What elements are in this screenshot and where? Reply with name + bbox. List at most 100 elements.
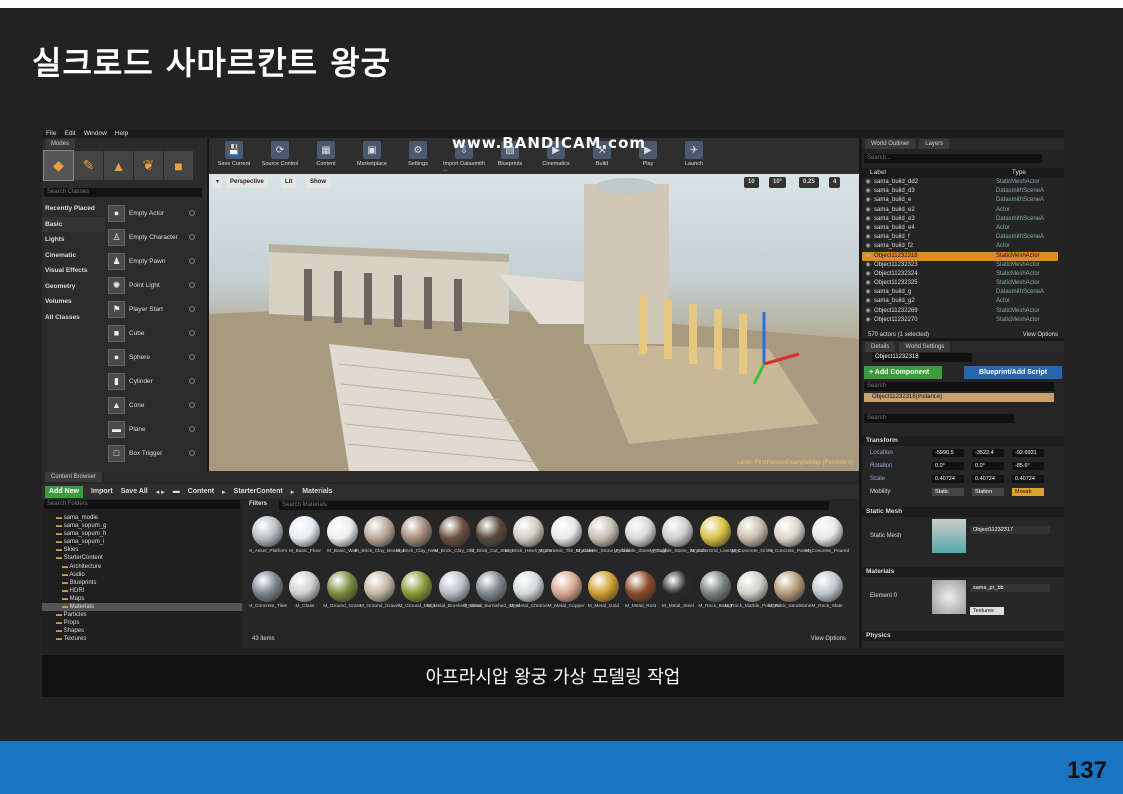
scale-y[interactable]: 0.40724 [972, 475, 1004, 483]
location-x[interactable]: -5990.5 [932, 449, 964, 457]
folder-item[interactable]: ▬ StarterContent [42, 554, 242, 562]
category-item[interactable]: Basic [42, 216, 105, 232]
landscape-mode-icon[interactable]: ▲ [104, 151, 133, 180]
folder-item[interactable]: ▬ sama_sopum_g [42, 522, 242, 530]
scale-z[interactable]: 0.40724 [1012, 475, 1044, 483]
class-item[interactable]: ▮ Cylinder [105, 369, 201, 393]
material-asset[interactable]: M_Metal_Burnished_Steel [463, 571, 520, 622]
folder-item[interactable]: ▬ Blueprints [42, 579, 242, 587]
rotation-z[interactable]: -85.6° [1012, 462, 1044, 470]
material-asset[interactable]: M_Concrete_Poured [805, 516, 849, 567]
physics-section[interactable]: Physics [862, 631, 1064, 641]
folder-item[interactable]: ▬ sama_sopum_h [42, 530, 242, 538]
folder-item[interactable]: ▬ sama_sopum_i [42, 538, 242, 546]
transform-section[interactable]: Transform [862, 436, 1064, 446]
material-asset[interactable]: M_Rock_Marble_Polished [725, 571, 781, 622]
class-item[interactable]: ♟ Empty Pawn [105, 249, 201, 273]
info-icon[interactable] [189, 234, 195, 240]
material-asset[interactable]: M_Glass [286, 571, 323, 622]
outliner-row[interactable]: ◉ sama_build_e3 DatasmithSceneA [862, 215, 1058, 224]
location-y[interactable]: -3522.4 [972, 449, 1004, 457]
info-icon[interactable] [189, 306, 195, 312]
folder-item[interactable]: ▬ Particles [42, 611, 242, 619]
material-asset[interactable]: M_Metal_Rust [622, 571, 659, 622]
material-asset[interactable]: M_Brick_Clay_Beveled [355, 516, 404, 567]
visibility-eye-icon[interactable]: ◉ [862, 261, 874, 270]
cb-view-options[interactable]: View Options [811, 636, 846, 646]
grid-snap-value[interactable]: 10 [744, 177, 759, 188]
outliner-row[interactable]: ◉ sama_build_e DatasmithSceneA [862, 196, 1058, 205]
toolbar-button[interactable]: 💾 Save Current [213, 141, 255, 167]
info-icon[interactable] [189, 450, 195, 456]
blueprint-add-script-button[interactable]: Blueprint/Add Script [964, 366, 1062, 379]
class-item[interactable]: ■ Cube [105, 321, 201, 345]
class-item[interactable]: ▲ Cone [105, 393, 201, 417]
toolbar-button[interactable]: ✈ Launch [673, 141, 715, 167]
material-asset[interactable]: M_Rock_Slate [808, 571, 845, 622]
folder-item[interactable]: ▬ Textures [42, 635, 242, 643]
outliner-row[interactable]: ◉ Object11232318 StaticMeshActor [862, 251, 1058, 261]
material-asset[interactable]: M_Cobble_Stone_Rough [614, 516, 668, 567]
category-item[interactable]: Visual Effects [42, 263, 105, 279]
material-asset[interactable]: M_Ceramic_Tile_Checker [538, 516, 594, 567]
material-asset[interactable]: M_Metal_Steel [659, 571, 696, 622]
folder-item[interactable]: ▬ Materials [42, 603, 242, 612]
static-mesh-section[interactable]: Static Mesh [862, 507, 1064, 517]
info-icon[interactable] [189, 210, 195, 216]
visibility-eye-icon[interactable]: ◉ [862, 206, 874, 215]
outliner-row[interactable]: ◉ sama_build_g DatasmithSceneA [862, 288, 1058, 297]
visibility-eye-icon[interactable]: ◉ [862, 279, 874, 288]
material-asset[interactable]: M_Brick_Clay_New [396, 516, 438, 567]
material-asset[interactable]: M_Asset_Platform [249, 516, 287, 567]
lit-button[interactable]: Lit [281, 177, 297, 188]
visibility-eye-icon[interactable]: ◉ [862, 288, 874, 297]
viewport-menu-button[interactable]: ▾ [212, 177, 222, 188]
info-icon[interactable] [189, 378, 195, 384]
outliner-view-options[interactable]: View Options [1023, 331, 1058, 340]
instance-row[interactable]: Object11232318(Instance) [864, 393, 1054, 402]
place-mode-icon[interactable]: ◆ [43, 150, 74, 181]
visibility-eye-icon[interactable]: ◉ [862, 215, 874, 224]
folder-item[interactable]: ▬ sama_modle [42, 514, 242, 522]
folder-item[interactable]: ▬ Shapes [42, 627, 242, 635]
outliner-row[interactable]: ◉ sama_build_d3 DatasmithSceneA [862, 187, 1058, 196]
material-asset[interactable]: M_Metal_Chrome [510, 571, 548, 622]
menu-window[interactable]: Window [84, 129, 107, 138]
category-item[interactable]: Recently Placed [42, 201, 105, 217]
tab-world-outliner[interactable]: World Outliner [865, 138, 916, 149]
class-search-input[interactable]: Search Classes [44, 188, 202, 197]
rotation-x[interactable]: 0.0° [932, 462, 964, 470]
outliner-row[interactable]: ◉ sama_build_dd2 StaticMeshActor [862, 178, 1058, 187]
material-asset[interactable]: M_Concrete_Panels [768, 516, 812, 567]
folder-item[interactable]: ▬ Maps [42, 595, 242, 603]
category-item[interactable]: Geometry [42, 279, 105, 295]
rotation-snap-value[interactable]: 10° [769, 177, 787, 188]
material-asset[interactable]: M_Metal_Brushed_Nickel [427, 571, 481, 622]
material-asset[interactable]: M_Ground_Grass [323, 571, 361, 622]
outliner-row[interactable]: ◉ Object11232269 StaticMeshActor [862, 307, 1058, 316]
visibility-eye-icon[interactable]: ◉ [862, 233, 874, 242]
mobility-station[interactable]: Station [972, 488, 1004, 496]
rotation-y[interactable]: 0.0° [972, 462, 1004, 470]
material-asset[interactable]: M_Brick_Hewn_Stone [505, 516, 552, 567]
category-item[interactable]: Cinematic [42, 248, 105, 264]
outliner-row[interactable]: ◉ sama_build_e2 Actor [862, 206, 1058, 215]
material-asset[interactable]: M_Cobble_Stone_Smooth [650, 516, 706, 567]
info-icon[interactable] [189, 354, 195, 360]
filters-button[interactable]: Filters [249, 501, 267, 507]
tab-modes[interactable]: Modes [45, 138, 76, 149]
path-materials[interactable]: Materials [302, 488, 332, 495]
add-component-button[interactable]: + Add Component [864, 366, 942, 379]
outliner-row[interactable]: ◉ Object11232270 StaticMeshActor [862, 316, 1058, 325]
outliner-row[interactable]: ◉ Object11232324 StaticMeshActor [862, 270, 1058, 279]
outliner-row[interactable]: ◉ Object11232325 StaticMeshActor [862, 279, 1058, 288]
static-mesh-picker[interactable]: Object11232317 [970, 526, 1050, 534]
menu-file[interactable]: File [46, 129, 56, 138]
visibility-eye-icon[interactable]: ◉ [862, 270, 874, 279]
material-asset[interactable]: M_Cobble_Stone_Pebble [576, 516, 631, 567]
column-label[interactable]: Label [870, 168, 886, 178]
visibility-eye-icon[interactable]: ◉ [862, 297, 874, 306]
visibility-eye-icon[interactable]: ◉ [862, 178, 874, 187]
info-icon[interactable] [189, 282, 195, 288]
class-item[interactable]: ✺ Point Light [105, 273, 201, 297]
